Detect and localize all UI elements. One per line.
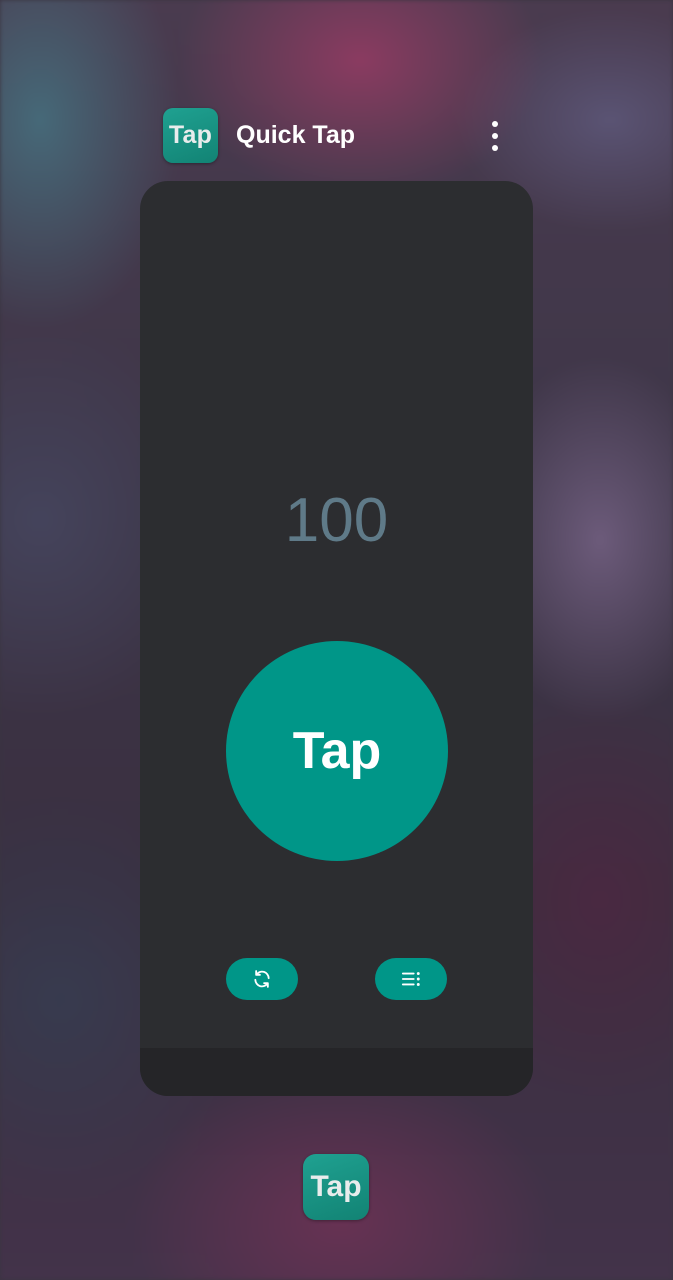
app-icon-label: Tap — [168, 121, 213, 149]
more-options-button[interactable] — [478, 114, 512, 158]
tap-button[interactable]: Tap — [226, 641, 448, 861]
dock-app-icon[interactable]: Tap — [303, 1154, 369, 1220]
app-preview-card[interactable]: 100 0 — [140, 181, 533, 1096]
app-icon[interactable]: Tap — [163, 108, 218, 163]
app-title: Quick Tap — [236, 121, 356, 149]
tap-button-label: Tap — [292, 722, 382, 780]
more-vertical-icon — [492, 121, 498, 127]
more-vertical-icon-dot — [492, 133, 498, 139]
list-button[interactable] — [375, 958, 447, 1000]
refresh-icon — [254, 970, 270, 988]
dock-app-icon-label: Tap — [310, 1170, 362, 1203]
list-icon — [401, 972, 420, 986]
reset-button[interactable] — [226, 958, 298, 1000]
navigation-bar-area — [140, 1048, 533, 1096]
target-count: 100 — [284, 486, 389, 555]
more-vertical-icon-dot — [492, 145, 498, 151]
